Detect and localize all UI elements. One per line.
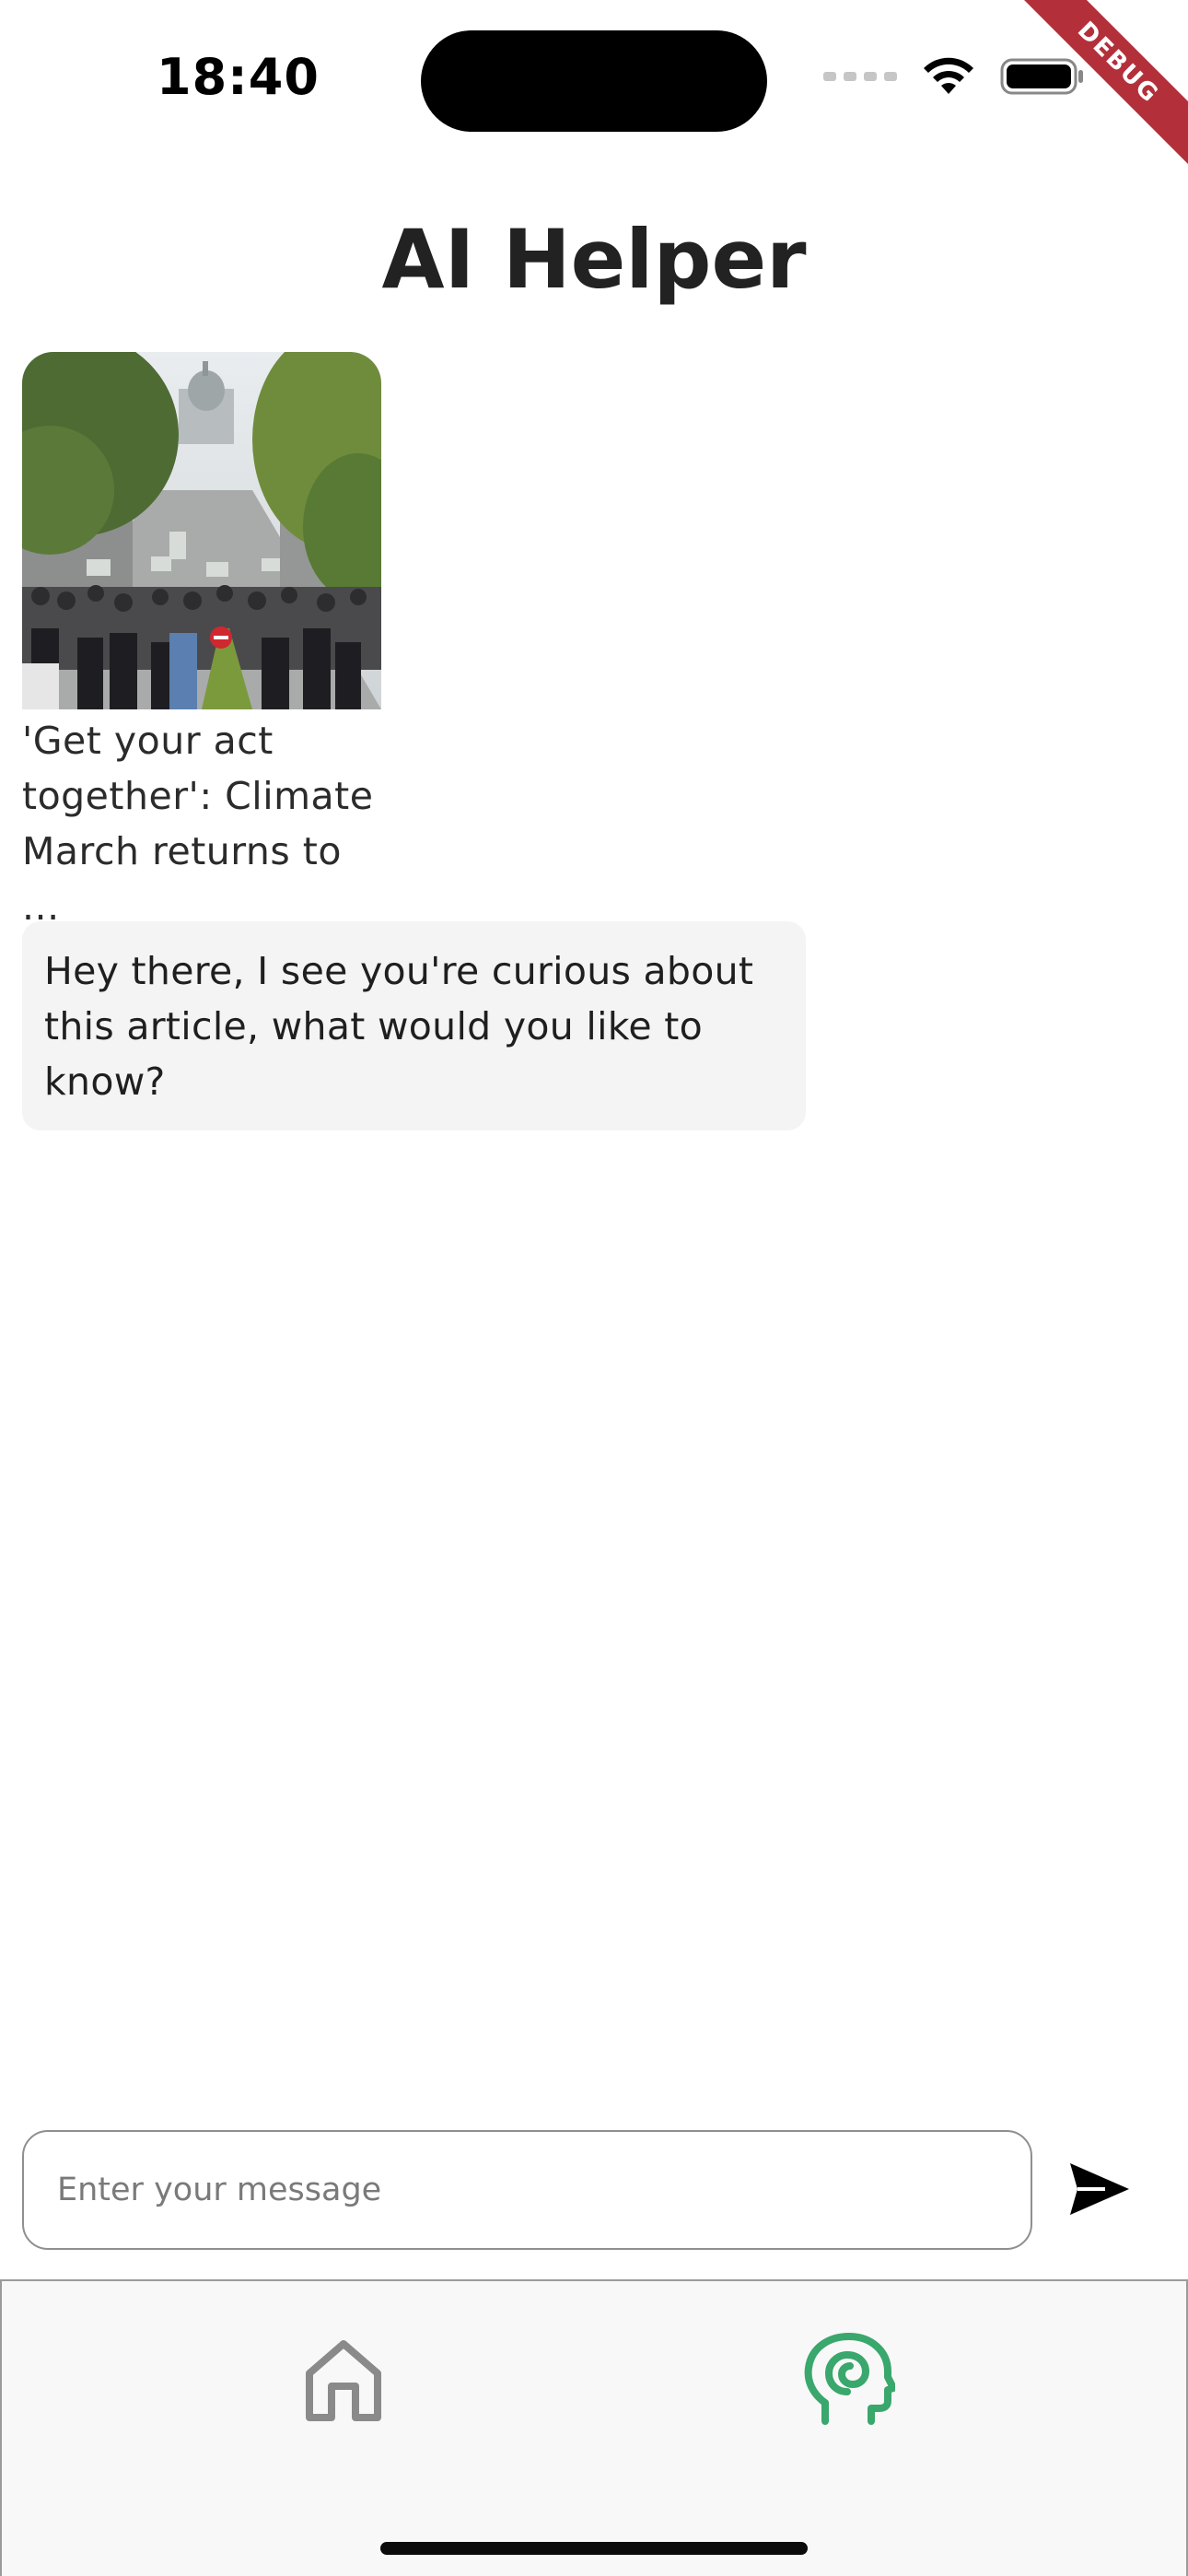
- ai-head-icon[interactable]: [803, 2333, 895, 2425]
- assistant-message-bubble: Hey there, I see you're curious about th…: [22, 921, 806, 1130]
- message-input[interactable]: [22, 2130, 1032, 2250]
- wifi-icon: [924, 57, 973, 94]
- bottom-nav: [0, 2279, 1188, 2576]
- dynamic-island: [421, 30, 767, 132]
- battery-icon: [1000, 58, 1083, 95]
- signal-icon: [823, 72, 897, 81]
- send-icon[interactable]: [1068, 2161, 1131, 2217]
- article-image[interactable]: [22, 352, 381, 709]
- status-time: 18:40: [157, 48, 320, 106]
- status-icons: [823, 57, 1085, 96]
- page-title: AI Helper: [381, 212, 807, 307]
- article-card[interactable]: 'Get your act together': Climate March r…: [22, 352, 381, 934]
- home-icon[interactable]: [302, 2338, 385, 2421]
- article-caption[interactable]: 'Get your act together': Climate March r…: [22, 713, 381, 934]
- screen: 18:40 DEBUG AI Helper 'Get your act toge…: [0, 0, 1188, 2576]
- home-indicator: [380, 2542, 808, 2555]
